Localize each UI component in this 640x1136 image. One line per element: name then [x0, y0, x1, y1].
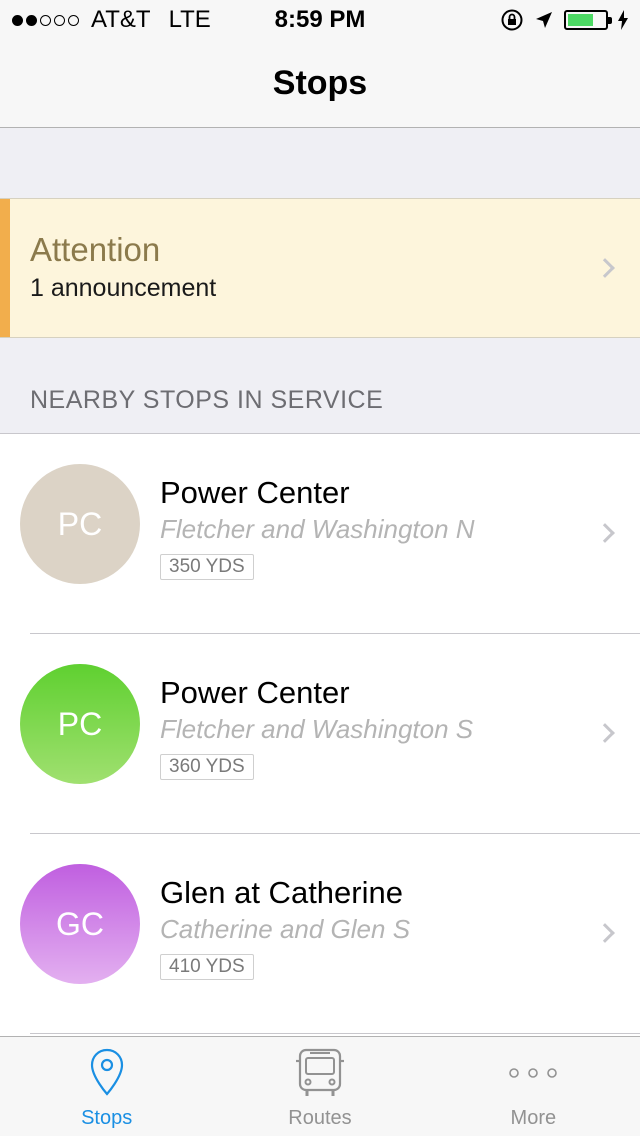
- stop-name: Power Center: [160, 675, 350, 710]
- chevron-right-icon: [595, 923, 615, 943]
- attention-accent-bar: [0, 199, 10, 337]
- stop-avatar: GC: [20, 864, 140, 984]
- tab-label: Routes: [288, 1107, 352, 1129]
- location-pin-icon: [89, 1043, 125, 1103]
- stop-name: Glen at Catherine: [160, 875, 403, 910]
- chevron-right-icon: [595, 523, 615, 543]
- stop-info: Glen at Catherine Catherine and Glen S 4…: [160, 874, 410, 980]
- stop-distance-badge: 360 YDS: [160, 754, 254, 780]
- tab-label: More: [510, 1107, 557, 1129]
- stop-row[interactable]: PC Power Center Fletcher and Washington …: [0, 434, 640, 634]
- location-arrow-icon: [536, 12, 552, 28]
- tab-label: Stops: [81, 1107, 133, 1129]
- page-title: Stops: [272, 64, 368, 102]
- navigation-bar: Stops: [0, 40, 640, 128]
- stop-avatar: PC: [20, 464, 140, 584]
- attention-subtitle: 1 announcement: [30, 274, 217, 302]
- tab-more[interactable]: More: [427, 1037, 640, 1136]
- bus-icon: [295, 1043, 345, 1103]
- stop-street: Fletcher and Washington N: [160, 514, 475, 544]
- stop-info: Power Center Fletcher and Washington N 3…: [160, 474, 475, 580]
- stop-name: Power Center: [160, 475, 350, 510]
- attention-title: Attention: [30, 231, 161, 268]
- stop-distance-badge: 350 YDS: [160, 554, 254, 580]
- chevron-right-icon: [595, 723, 615, 743]
- stop-list: PC Power Center Fletcher and Washington …: [0, 433, 640, 1036]
- stop-distance-badge: 410 YDS: [160, 954, 254, 980]
- status-bar: AT&T LTE 8:59 PM: [0, 0, 640, 40]
- status-right: [500, 8, 628, 32]
- network-label: LTE: [168, 6, 211, 33]
- attention-banner[interactable]: Attention 1 announcement: [0, 198, 640, 338]
- tab-stops[interactable]: Stops: [0, 1037, 213, 1136]
- rotation-lock-icon: [501, 9, 523, 31]
- chevron-right-icon: [595, 258, 615, 278]
- stop-info: Power Center Fletcher and Washington S 3…: [160, 674, 473, 780]
- section-header: NEARBY STOPS IN SERVICE: [30, 386, 384, 414]
- battery-icon: [564, 10, 612, 30]
- stop-street: Catherine and Glen S: [160, 914, 411, 944]
- more-dots-icon: [508, 1043, 558, 1103]
- stop-row[interactable]: PC Power Center Fletcher and Washington …: [0, 634, 640, 834]
- tab-bar: Stops Routes More: [0, 1036, 640, 1136]
- charging-bolt-icon: [618, 10, 628, 30]
- status-left: AT&T LTE: [12, 6, 211, 34]
- carrier-label: AT&T: [91, 6, 151, 33]
- stop-street: Fletcher and Washington S: [160, 714, 474, 744]
- attention-text: Attention 1 announcement: [0, 230, 216, 306]
- stop-avatar: PC: [20, 664, 140, 784]
- tab-routes[interactable]: Routes: [213, 1037, 426, 1136]
- signal-strength-icon: [12, 14, 79, 26]
- stop-row[interactable]: GC Glen at Catherine Catherine and Glen …: [0, 834, 640, 1034]
